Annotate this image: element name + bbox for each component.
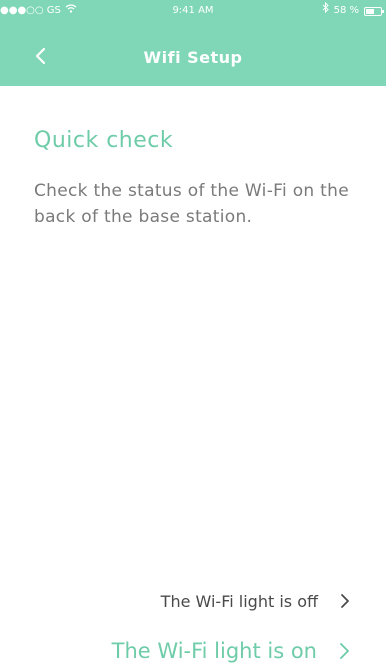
wifi-light-on-option[interactable]: The Wi-Fi light is on xyxy=(112,634,350,668)
status-right: 58 % xyxy=(322,0,384,22)
battery-icon xyxy=(364,6,384,16)
battery-percent: 58 % xyxy=(333,5,359,16)
section-description: Check the status of the Wi-Fi on the bac… xyxy=(34,181,349,227)
option-label: The Wi-Fi light is off xyxy=(160,591,318,611)
status-bar: ●●●○○ GS 9:41 AM 58 % xyxy=(0,0,386,22)
chevron-right-icon xyxy=(339,642,350,660)
page-title: Wifi Setup xyxy=(143,48,243,67)
chevron-right-icon xyxy=(340,593,350,609)
bluetooth-icon xyxy=(322,0,329,22)
nav-bar: Wifi Setup xyxy=(0,36,386,80)
section-title: Quick check xyxy=(34,128,174,153)
option-label: The Wi-Fi light is on xyxy=(111,639,317,663)
app-header: ●●●○○ GS 9:41 AM 58 % Wifi Setup xyxy=(0,0,386,86)
wifi-light-off-option[interactable]: The Wi-Fi light is off xyxy=(161,588,350,614)
